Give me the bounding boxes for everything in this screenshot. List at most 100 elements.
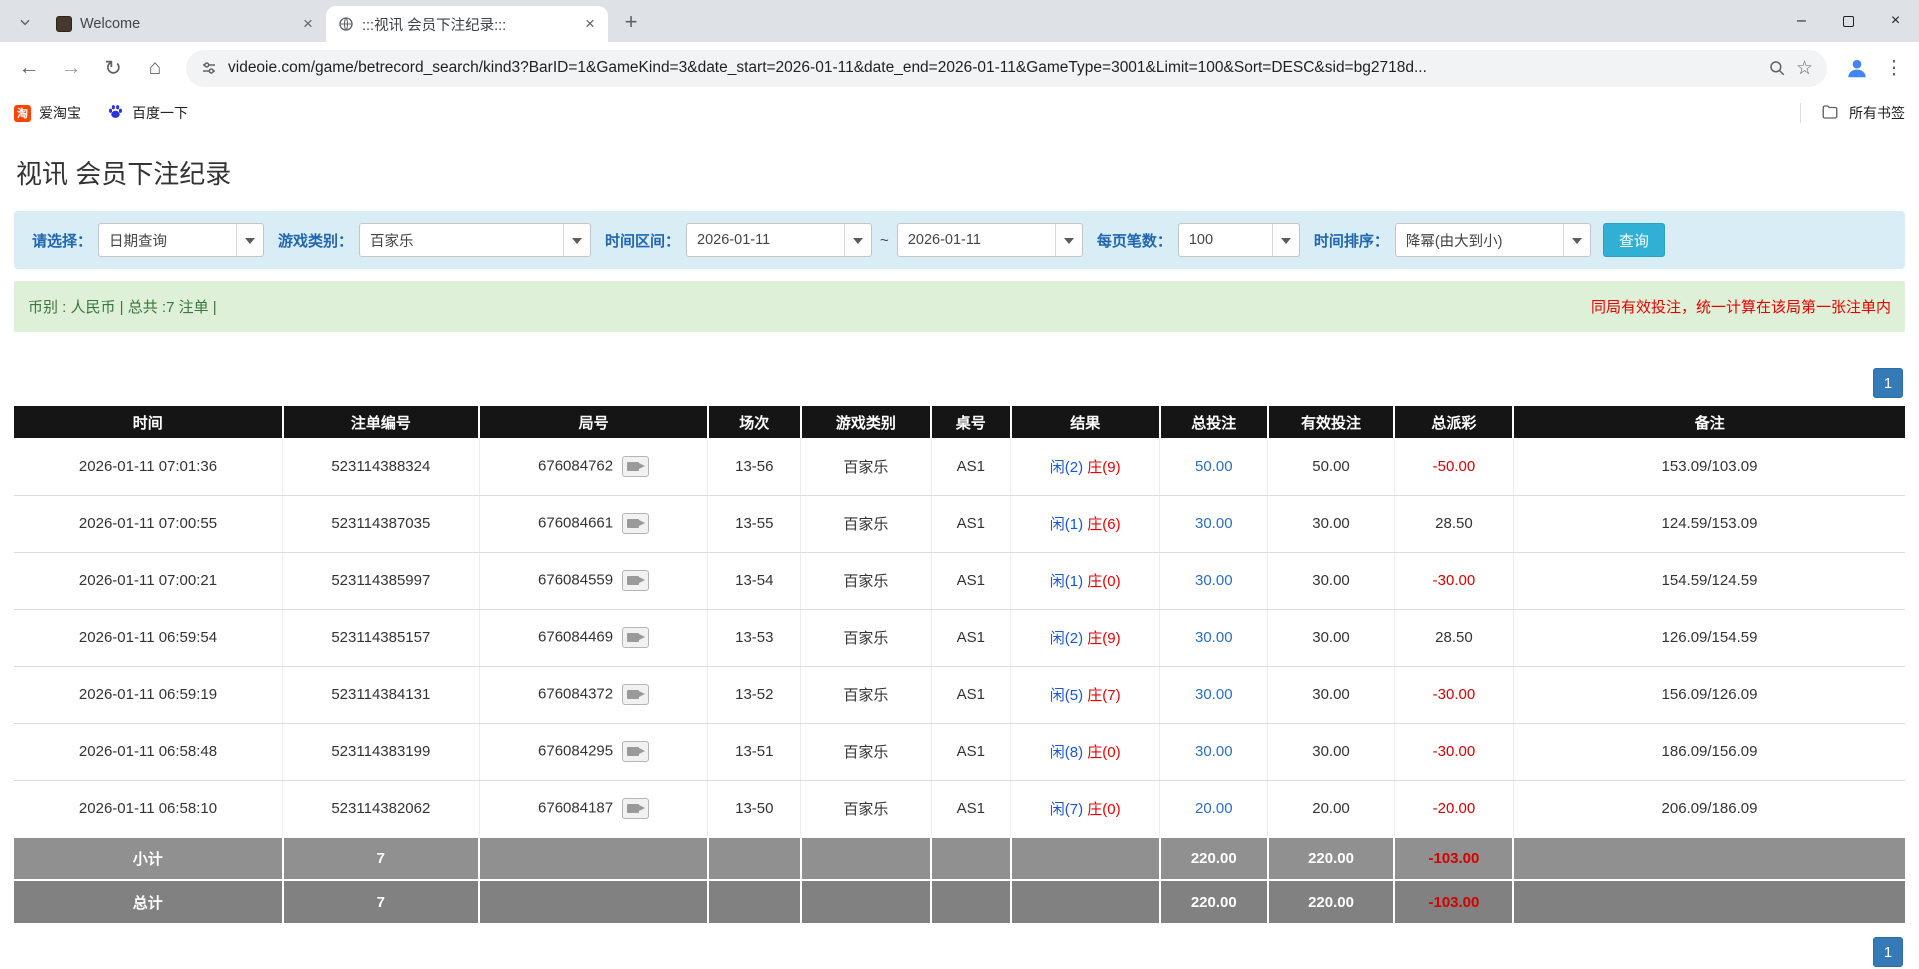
- cell-bet-no: 523114385157: [282, 609, 480, 667]
- folder-icon: [1821, 103, 1839, 124]
- tab-close-icon[interactable]: ×: [580, 14, 600, 34]
- empty-cell: [931, 879, 1012, 923]
- page-1-button[interactable]: 1: [1873, 368, 1903, 398]
- close-button[interactable]: ×: [1872, 0, 1919, 42]
- chevron-down-icon[interactable]: [844, 224, 872, 256]
- video-replay-icon[interactable]: [622, 797, 650, 819]
- cell-valid-bet: 30.00: [1267, 723, 1395, 781]
- cell-game: 百家乐: [800, 438, 932, 496]
- refresh-button[interactable]: ↻: [94, 49, 132, 87]
- video-replay-icon[interactable]: [622, 627, 650, 648]
- video-replay-icon[interactable]: [622, 684, 650, 705]
- cell-table-no: AS1: [931, 609, 1012, 667]
- summary-left-text: 币别 : 人民币 | 总共 :7 注单 |: [28, 299, 217, 316]
- video-replay-icon[interactable]: [622, 455, 650, 477]
- page-1-button[interactable]: 1: [1873, 937, 1903, 967]
- video-replay-icon[interactable]: [622, 513, 650, 534]
- cell-valid-bet: 50.00: [1267, 438, 1395, 496]
- tab-close-icon[interactable]: ×: [298, 14, 318, 34]
- chevron-down-icon[interactable]: [1054, 224, 1082, 256]
- cell-result: 闲(5) 庄(7): [1010, 666, 1161, 724]
- bet-row: 2026-01-11 06:59:19 523114384131 676084372…: [14, 666, 1905, 724]
- empty-cell: [1513, 879, 1905, 923]
- subtotal-row: 小计 7 220.00 220.00 -103.00: [14, 836, 1905, 880]
- maximize-icon: [1843, 15, 1854, 27]
- tab-search-button[interactable]: [10, 7, 40, 37]
- back-button[interactable]: ←: [10, 49, 48, 87]
- forward-button[interactable]: →: [52, 49, 90, 87]
- per-page-dropdown[interactable]: 100: [1177, 223, 1300, 257]
- taobao-icon: 淘: [14, 104, 31, 122]
- cell-payout: -30.00: [1394, 552, 1514, 610]
- empty-cell: [931, 836, 1012, 880]
- subtotal-payout: -103.00: [1394, 836, 1515, 880]
- cell-time: 2026-01-11 06:58:48: [14, 723, 284, 781]
- result-player: 闲(8): [1049, 744, 1084, 761]
- subtotal-count: 7: [282, 836, 481, 880]
- bookmark-label: 爱淘宝: [39, 105, 81, 121]
- window-controls: – ×: [1778, 0, 1919, 42]
- bookmark-label: 百度一下: [132, 105, 188, 121]
- date-end-dropdown[interactable]: 2026-01-11: [896, 223, 1083, 257]
- grand-total-label: 总计: [14, 879, 284, 923]
- maximize-button[interactable]: [1825, 0, 1872, 42]
- cell-table-no: AS1: [931, 780, 1012, 838]
- minimize-button[interactable]: –: [1778, 0, 1825, 42]
- bookmark-aitaobao[interactable]: 淘 爱淘宝: [14, 103, 81, 123]
- tab-betrecord[interactable]: :::视讯 会员下注纪录::: ×: [326, 6, 608, 42]
- home-button[interactable]: ⌂: [136, 49, 174, 87]
- summary-bar: 币别 : 人民币 | 总共 :7 注单 | 同局有效投注，统一计算在该局第一张注…: [14, 281, 1905, 332]
- result-banker: 庄(7): [1087, 687, 1121, 704]
- video-replay-icon[interactable]: [622, 570, 650, 591]
- subtotal-label: 小计: [14, 836, 284, 880]
- tab-welcome[interactable]: Welcome ×: [44, 6, 326, 42]
- cell-session: 13-53: [707, 609, 802, 667]
- date-start-dropdown[interactable]: 2026-01-11: [686, 223, 873, 257]
- zoom-icon[interactable]: [1768, 59, 1786, 77]
- empty-cell: [479, 836, 709, 880]
- game-type-dropdown[interactable]: 百家乐: [359, 223, 592, 257]
- query-type-dropdown[interactable]: 日期查询: [98, 223, 265, 257]
- empty-cell: [1513, 836, 1905, 880]
- range-separator: ~: [880, 231, 889, 249]
- cell-total-bet: 50.00: [1159, 438, 1269, 496]
- cell-payout: -30.00: [1394, 666, 1514, 724]
- per-page-value: 100: [1188, 232, 1214, 248]
- cell-session: 13-56: [707, 438, 802, 496]
- grand-total-total-bet: 220.00: [1159, 879, 1269, 923]
- query-type-value: 日期查询: [109, 233, 168, 250]
- tab-title: :::视讯 会员下注纪录:::: [362, 17, 507, 34]
- address-bar[interactable]: videoie.com/game/betrecord_search/kind3?…: [186, 49, 1827, 87]
- divider: [1800, 103, 1801, 123]
- browser-menu-icon[interactable]: ⋮: [1879, 57, 1909, 80]
- chevron-down-icon[interactable]: [1271, 224, 1299, 256]
- subtotal-total-bet: 220.00: [1159, 836, 1269, 880]
- cell-game: 百家乐: [800, 723, 932, 781]
- cell-valid-bet: 30.00: [1267, 552, 1395, 610]
- date-start-value: 2026-01-11: [697, 232, 771, 248]
- site-info-icon[interactable]: [200, 59, 218, 77]
- subtotal-valid-bet: 220.00: [1267, 836, 1396, 880]
- all-bookmarks[interactable]: 所有书签: [1800, 103, 1905, 124]
- bookmark-baidu[interactable]: 百度一下: [107, 103, 188, 123]
- new-tab-button[interactable]: +: [616, 7, 646, 37]
- video-replay-icon[interactable]: [622, 741, 650, 762]
- bookmark-star-icon[interactable]: ☆: [1796, 57, 1813, 80]
- url-text[interactable]: videoie.com/game/betrecord_search/kind3?…: [228, 59, 1758, 77]
- search-button[interactable]: 查询: [1602, 223, 1665, 257]
- sort-dropdown[interactable]: 降幂(由大到小): [1394, 223, 1591, 257]
- round-no-text: 676084559: [538, 571, 614, 589]
- cell-time: 2026-01-11 07:00:21: [14, 552, 284, 610]
- empty-cell: [1010, 836, 1161, 880]
- chevron-down-icon[interactable]: [236, 224, 264, 256]
- cell-game: 百家乐: [800, 609, 932, 667]
- col-header-round-no: 局号: [479, 406, 709, 438]
- round-no-text: 676084762: [538, 457, 614, 475]
- sort-label: 时间排序：: [1313, 232, 1389, 250]
- chevron-down-icon[interactable]: [1562, 224, 1590, 256]
- col-header-result: 结果: [1010, 406, 1161, 438]
- cell-bet-no: 523114383199: [282, 723, 480, 781]
- chevron-down-icon[interactable]: [563, 224, 591, 256]
- profile-avatar[interactable]: [1839, 50, 1875, 86]
- cell-table-no: AS1: [931, 723, 1012, 781]
